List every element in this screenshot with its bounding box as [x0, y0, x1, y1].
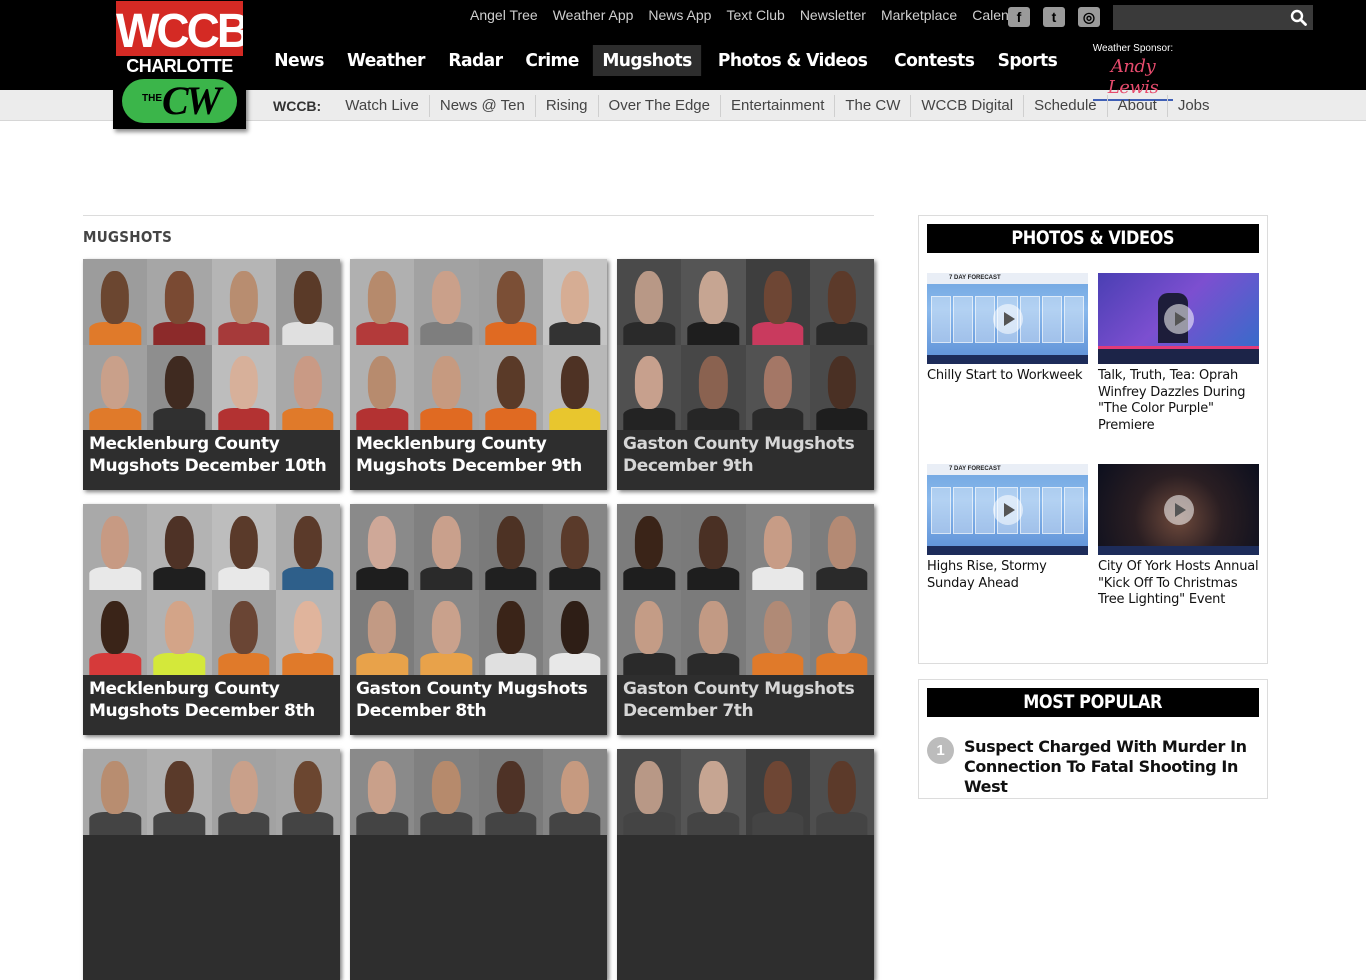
mugshot-collage: [350, 259, 607, 430]
section-divider: [83, 215, 874, 216]
instagram-icon[interactable]: ◎: [1078, 7, 1100, 27]
video-title[interactable]: Chilly Start to Workweek: [927, 368, 1088, 385]
nav-news[interactable]: News: [265, 45, 334, 76]
sponsor-label: Weather Sponsor:: [1092, 43, 1174, 54]
wccb-logo[interactable]: WCCB CHARLOTTE THE CW: [113, 0, 246, 129]
subnav-label: WCCB:: [273, 97, 322, 114]
play-icon[interactable]: [993, 495, 1023, 525]
video-item[interactable]: City Of York Hosts Annual "Kick Off To C…: [1098, 464, 1259, 609]
video-item[interactable]: 7 DAY FORECAST Highs Rise, Stormy Sunday…: [927, 464, 1088, 592]
nav-radar[interactable]: Radar: [439, 45, 512, 76]
logo-cw-text: CW: [162, 78, 221, 123]
card-title: Gaston County Mugshots December 8th: [356, 679, 588, 721]
mugshot-card[interactable]: [350, 749, 607, 980]
mugshot-card[interactable]: Gaston County Mugshots December 7th: [617, 504, 874, 735]
cw-logo-mark: THE CW: [122, 78, 237, 123]
toplink-angel-tree[interactable]: Angel Tree: [470, 7, 538, 25]
video-thumbnail: [1098, 464, 1259, 555]
most-popular-heading: MOST POPULAR: [927, 688, 1259, 717]
toplink-newsletter[interactable]: Newsletter: [800, 7, 866, 25]
nav-photos-videos[interactable]: Photos & Videos: [709, 45, 877, 76]
card-title: Mecklenburg County Mugshots December 10t…: [89, 434, 327, 476]
card-title: Gaston County Mugshots December 9th: [623, 434, 855, 476]
mugshot-collage: [617, 749, 874, 920]
play-icon[interactable]: [993, 304, 1023, 334]
subnav-schedule[interactable]: Schedule: [1023, 94, 1107, 117]
mugshot-collage: [83, 749, 340, 920]
search-box: [1113, 5, 1313, 30]
nav-crime[interactable]: Crime: [516, 45, 588, 76]
mugshot-card[interactable]: Mecklenburg County Mugshots December 10t…: [83, 259, 340, 490]
card-title: Mecklenburg County Mugshots December 9th: [356, 434, 582, 476]
video-title[interactable]: Talk, Truth, Tea: Oprah Winfrey Dazzles …: [1098, 368, 1259, 434]
mugshot-collage: [83, 504, 340, 675]
mugshot-collage: [617, 504, 874, 675]
subnav-watch-live[interactable]: Watch Live: [335, 95, 429, 117]
mugshot-card[interactable]: [617, 749, 874, 980]
popular-title[interactable]: Suspect Charged With Murder In Connectio…: [964, 737, 1254, 797]
popular-item[interactable]: 1 Suspect Charged With Murder In Connect…: [927, 737, 1254, 797]
sub-nav: WCCB: Watch Live News @ Ten Rising Over …: [273, 90, 1220, 121]
facebook-icon[interactable]: f: [1008, 7, 1030, 27]
subnav-about[interactable]: About: [1106, 94, 1167, 117]
subnav-over-the-edge[interactable]: Over The Edge: [597, 94, 720, 117]
subnav-jobs[interactable]: Jobs: [1166, 94, 1220, 117]
nav-weather[interactable]: Weather: [338, 45, 435, 76]
toplink-marketplace[interactable]: Marketplace: [881, 7, 957, 25]
mugshot-card[interactable]: Mecklenburg County Mugshots December 9th: [350, 259, 607, 490]
photos-videos-panel: PHOTOS & VIDEOS 7 DAY FORECAST Chilly St…: [918, 215, 1268, 664]
main-nav: News Weather Radar Crime Mugshots Photos…: [263, 45, 1069, 76]
subnav-news-at-ten[interactable]: News @ Ten: [428, 94, 535, 117]
subnav-entertainment[interactable]: Entertainment: [719, 94, 834, 117]
mugshot-card[interactable]: Gaston County Mugshots December 9th: [617, 259, 874, 490]
card-title: Gaston County Mugshots December 7th: [623, 679, 855, 721]
mugshot-collage: [350, 504, 607, 675]
play-icon[interactable]: [1164, 304, 1194, 334]
video-thumbnail: 7 DAY FORECAST: [927, 464, 1088, 555]
video-item[interactable]: 7 DAY FORECAST Chilly Start to Workweek: [927, 273, 1088, 385]
logo-charlotte-text: CHARLOTTE: [116, 56, 243, 76]
logo-wccb-text: WCCB: [116, 1, 243, 61]
subnav-wccb-digital[interactable]: WCCB Digital: [910, 94, 1023, 117]
nav-sports[interactable]: Sports: [988, 45, 1067, 76]
search-icon[interactable]: [1290, 9, 1307, 26]
toplink-news-app[interactable]: News App: [648, 7, 711, 25]
mugshot-collage: [350, 749, 607, 920]
logo-the-text: THE: [142, 93, 162, 104]
toplink-weather-app[interactable]: Weather App: [553, 7, 634, 25]
mugshot-collage: [617, 259, 874, 430]
mugshot-card[interactable]: [83, 749, 340, 980]
play-icon[interactable]: [1164, 495, 1194, 525]
mugshot-card[interactable]: Gaston County Mugshots December 8th: [350, 504, 607, 735]
video-thumbnail: 7 DAY FORECAST: [927, 273, 1088, 364]
logo-cw-block: THE CW: [116, 76, 243, 126]
social-links: f t ◎: [1008, 7, 1100, 27]
subnav-rising[interactable]: Rising: [534, 94, 598, 117]
search-input[interactable]: [1113, 5, 1285, 30]
photos-videos-heading: PHOTOS & VIDEOS: [927, 224, 1259, 253]
subnav-the-cw[interactable]: The CW: [834, 94, 910, 117]
nav-mugshots[interactable]: Mugshots: [593, 45, 702, 76]
popular-rank: 1: [927, 737, 954, 764]
mugshot-card[interactable]: Mecklenburg County Mugshots December 8th: [83, 504, 340, 735]
video-title[interactable]: Highs Rise, Stormy Sunday Ahead: [927, 559, 1088, 592]
video-item[interactable]: Talk, Truth, Tea: Oprah Winfrey Dazzles …: [1098, 273, 1259, 434]
toplink-text-club[interactable]: Text Club: [726, 7, 784, 25]
video-thumbnail: [1098, 273, 1259, 364]
utility-links: Angel Tree Weather App News App Text Clu…: [470, 7, 1044, 25]
twitter-icon[interactable]: t: [1043, 7, 1065, 27]
page-title: MUGSHOTS: [83, 228, 173, 246]
card-title: Mecklenburg County Mugshots December 8th: [89, 679, 315, 721]
video-title[interactable]: City Of York Hosts Annual "Kick Off To C…: [1098, 559, 1259, 609]
nav-contests[interactable]: Contests: [884, 45, 983, 76]
mugshot-collage: [83, 259, 340, 430]
